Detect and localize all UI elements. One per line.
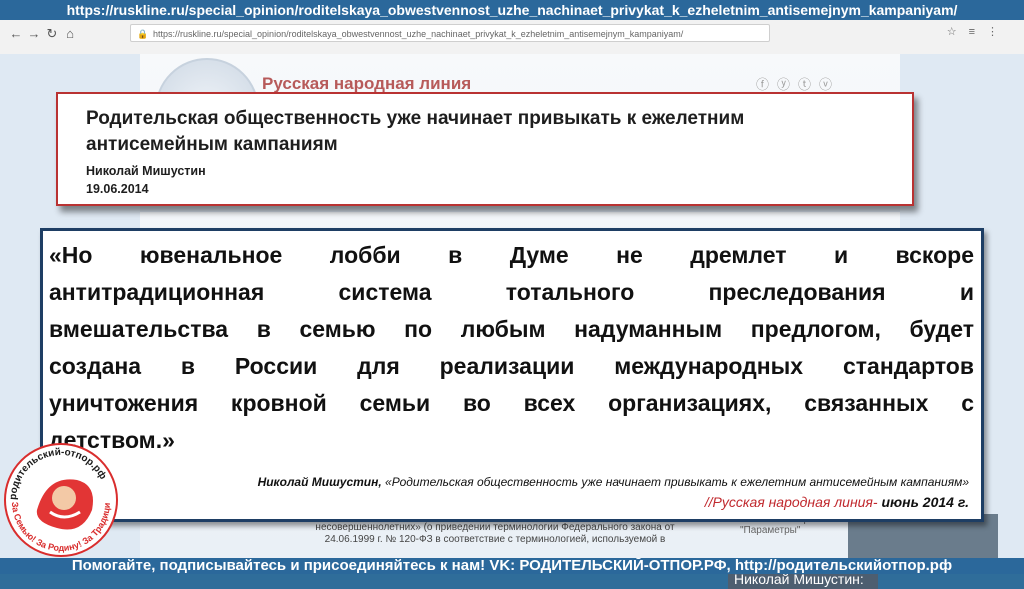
quote-source: //Русская народная линия- июнь 2014 г. — [705, 494, 969, 510]
toolbar-icons[interactable]: ☆≡⋮ — [947, 25, 1010, 38]
address-url: https://ruskline.ru/special_opinion/rodi… — [153, 29, 684, 39]
quote-line: детством.» — [49, 427, 175, 453]
home-icon[interactable]: ⌂ — [62, 26, 78, 42]
quote-box: «Но ювенальное лобби в Думе не дремлет и… — [40, 228, 984, 522]
browser-toolbar: ← → ↻ ⌂ 🔒 https://ruskline.ru/special_op… — [0, 20, 1024, 55]
forward-icon[interactable]: → — [26, 26, 42, 42]
quote-line: «Но ювенальное лобби в Думе не дремлет и… — [49, 242, 974, 268]
citation-title: «Родительская общественность уже начинае… — [385, 475, 969, 489]
headline-author: Николай Мишустин — [86, 164, 206, 178]
headline-date: 19.06.2014 — [86, 182, 149, 196]
quote-line: антитрадиционная система тотального прес… — [49, 279, 974, 305]
headline-box: Родительская общественность уже начинает… — [56, 92, 914, 206]
source-name: //Русская народная линия- — [704, 494, 878, 510]
top-banner-url: https://ruskline.ru/special_opinion/rodi… — [0, 0, 1024, 20]
address-bar[interactable]: 🔒 https://ruskline.ru/special_opinion/ro… — [130, 24, 770, 42]
source-date: июнь 2014 г. — [881, 494, 969, 510]
quote-line: уничтожения кровной семьи во всех органи… — [49, 390, 974, 416]
organization-stamp-logo: родительский-отпор.рф За Семью! За Родин… — [2, 440, 118, 557]
quote-line: вмешательства в семью по любым надуманны… — [49, 316, 974, 342]
back-icon[interactable]: ← — [8, 26, 24, 42]
quote-citation: Николай Мишустин, «Родительская обществе… — [258, 475, 969, 489]
headline-title: Родительская общественность уже начинает… — [86, 108, 745, 155]
bottom-banner: Помогайте, подписывайтесь и присоединяйт… — [0, 558, 1024, 574]
reload-icon[interactable]: ↻ — [44, 26, 60, 42]
quote-text: «Но ювенальное лобби в Думе не дремлет и… — [49, 237, 974, 459]
site-title[interactable]: Русская народная линия — [262, 74, 471, 94]
citation-author: Николай Мишустин, — [257, 475, 382, 489]
social-icons[interactable]: ⓕⓨⓣⓥ — [756, 74, 866, 93]
quote-line: создана в России для реализации междунар… — [49, 353, 974, 379]
lock-icon: 🔒 — [137, 29, 149, 39]
